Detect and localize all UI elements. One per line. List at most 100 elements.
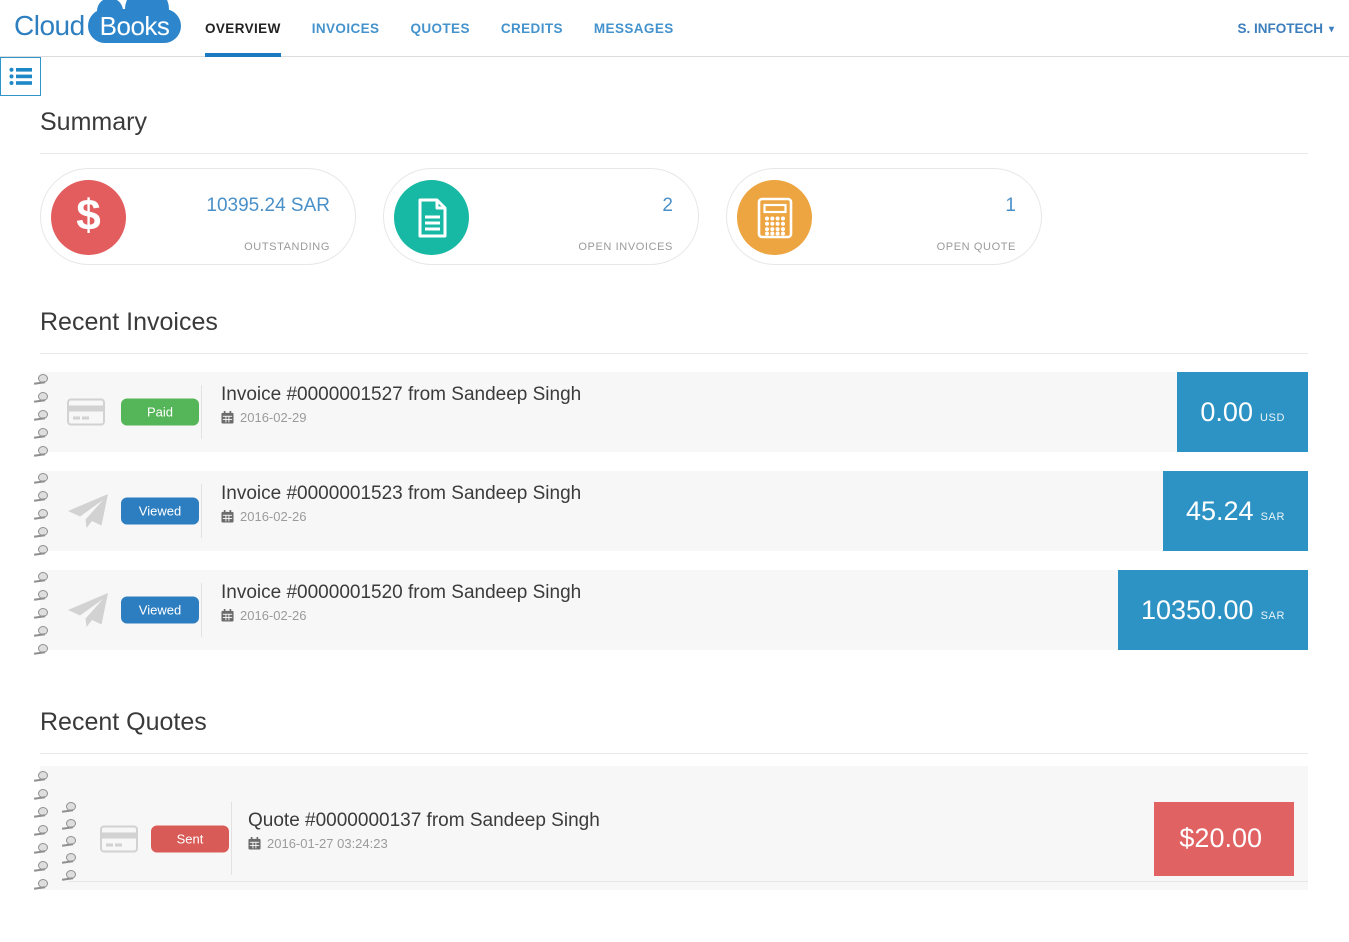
binder-ring-icon <box>34 861 49 871</box>
logo-text-cloud: Cloud <box>14 10 85 41</box>
list-icon <box>9 67 32 85</box>
paper-plane-icon <box>67 592 109 628</box>
open-invoices-count: 2 <box>662 195 673 216</box>
divider <box>201 583 202 637</box>
invoice-date: 2016-02-26 <box>221 608 581 623</box>
status-badge: Paid <box>121 398 199 426</box>
dollar-icon: $ <box>51 180 126 255</box>
binder-ring-icon <box>34 446 49 456</box>
open-invoices-label: OPEN INVOICES <box>578 241 673 253</box>
caret-down-icon: ▾ <box>1328 24 1334 35</box>
invoice-amount: 45.24 SAR <box>1163 471 1308 551</box>
invoice-title-link[interactable]: Invoice #0000001527 from Sandeep Singh <box>221 384 581 406</box>
binder-ring-icon <box>34 392 49 402</box>
recent-quotes-heading: Recent Quotes <box>40 708 207 736</box>
binder-ring-icon <box>34 879 49 889</box>
recent-invoices-heading: Recent Invoices <box>40 308 218 336</box>
invoice-info: Invoice #0000001523 from Sandeep Singh 2… <box>221 483 581 524</box>
summary-cards: $ 10395.24 SAR OUTSTANDING 2 OPEN INVOIC… <box>40 168 1308 265</box>
calculator-icon <box>737 180 812 255</box>
binder-ring-icon <box>62 853 77 863</box>
binder-ring-icon <box>34 626 49 636</box>
tab-quotes[interactable]: QUOTES <box>410 0 469 57</box>
cloudbooks-logo[interactable]: Cloud Books <box>14 0 182 43</box>
invoice-amount: 0.00 USD <box>1177 372 1308 452</box>
divider <box>201 484 202 538</box>
quote-inner-row: Sent Quote #0000000137 from Sandeep Sing… <box>66 796 1308 882</box>
invoice-title-link[interactable]: Invoice #0000001523 from Sandeep Singh <box>221 483 581 505</box>
binder-ring-icon <box>34 473 49 483</box>
tab-messages[interactable]: MESSAGES <box>594 0 674 57</box>
open-quote-card: 1 OPEN QUOTE <box>726 168 1042 265</box>
binder-ring-icon <box>34 789 49 799</box>
divider <box>40 753 1308 754</box>
binder-ring-icon <box>34 644 49 654</box>
calendar-icon <box>221 609 234 622</box>
invoice-date: 2016-02-26 <box>221 509 581 524</box>
calendar-icon <box>248 837 261 850</box>
binder-ring-icon <box>34 509 49 519</box>
main-content: Summary $ 10395.24 SAR OUTSTANDING 2 OPE… <box>0 57 1349 890</box>
cloudbooks-dashboard: Cloud Books OVERVIEW INVOICES QUOTES CRE… <box>0 0 1349 942</box>
invoice-date: 2016-02-29 <box>221 410 581 425</box>
binder-ring-icon <box>34 545 49 555</box>
credit-card-icon <box>100 825 138 852</box>
divider <box>231 802 232 875</box>
invoice-row[interactable]: Viewed Invoice #0000001520 from Sandeep … <box>38 570 1308 653</box>
divider <box>201 385 202 439</box>
binder-ring-icon <box>62 836 77 846</box>
user-account-dropdown[interactable]: S. INFOTECH ▾ <box>1237 0 1334 57</box>
user-name-label: S. INFOTECH <box>1237 21 1323 36</box>
calendar-icon <box>221 510 234 523</box>
quote-row[interactable]: Sent Quote #0000000137 from Sandeep Sing… <box>38 766 1308 890</box>
invoice-info: Invoice #0000001527 from Sandeep Singh 2… <box>221 384 581 425</box>
tab-invoices[interactable]: INVOICES <box>312 0 380 57</box>
main-nav: OVERVIEW INVOICES QUOTES CREDITS MESSAGE… <box>205 0 674 57</box>
binder-ring-icon <box>34 491 49 501</box>
binder-ring-icon <box>34 428 49 438</box>
binder-ring-icon <box>34 410 49 420</box>
outstanding-card: $ 10395.24 SAR OUTSTANDING <box>40 168 356 265</box>
quote-title-link[interactable]: Quote #0000000137 from Sandeep Singh <box>248 810 600 832</box>
divider <box>40 353 1308 354</box>
tab-credits[interactable]: CREDITS <box>501 0 563 57</box>
logo-cloud-shape: Books <box>87 0 182 43</box>
outstanding-label: OUTSTANDING <box>244 241 330 253</box>
tab-overview[interactable]: OVERVIEW <box>205 0 281 57</box>
summary-heading: Summary <box>40 108 147 136</box>
status-badge: Viewed <box>121 497 199 525</box>
logo-text-books: Books <box>99 10 170 41</box>
invoice-info: Invoice #0000001520 from Sandeep Singh 2… <box>221 582 581 623</box>
credit-card-icon <box>67 398 105 426</box>
open-quote-label: OPEN QUOTE <box>936 241 1016 253</box>
quote-amount: $20.00 <box>1154 801 1294 876</box>
invoice-row[interactable]: Viewed Invoice #0000001523 from Sandeep … <box>38 471 1308 554</box>
top-navbar: Cloud Books OVERVIEW INVOICES QUOTES CRE… <box>0 0 1349 57</box>
binder-ring-icon <box>62 870 77 880</box>
calendar-icon <box>221 411 234 424</box>
open-quote-count: 1 <box>1005 195 1016 216</box>
status-badge: Viewed <box>121 596 199 624</box>
binder-ring-icon <box>34 771 49 781</box>
binder-ring-icon <box>34 374 49 384</box>
binder-ring-icon <box>62 802 77 812</box>
paper-plane-icon <box>67 493 109 529</box>
invoice-row[interactable]: Paid Invoice #0000001527 from Sandeep Si… <box>38 372 1308 455</box>
recent-invoices-list: Paid Invoice #0000001527 from Sandeep Si… <box>38 372 1308 653</box>
binder-ring-icon <box>34 527 49 537</box>
open-invoices-card: 2 OPEN INVOICES <box>383 168 699 265</box>
binder-ring-icon <box>34 825 49 835</box>
binder-ring-icon <box>34 807 49 817</box>
status-badge: Sent <box>151 825 229 852</box>
binder-ring-icon <box>34 608 49 618</box>
binder-ring-icon <box>62 819 77 829</box>
outstanding-value: 10395.24 SAR <box>206 195 330 216</box>
quote-info: Quote #0000000137 from Sandeep Singh 201… <box>248 810 600 851</box>
binder-ring-icon <box>34 572 49 582</box>
binder-ring-icon <box>34 590 49 600</box>
invoice-amount: 10350.00 SAR <box>1117 570 1308 650</box>
divider <box>40 153 1308 154</box>
list-view-toggle-button[interactable] <box>0 57 41 96</box>
invoice-document-icon <box>394 180 469 255</box>
invoice-title-link[interactable]: Invoice #0000001520 from Sandeep Singh <box>221 582 581 604</box>
